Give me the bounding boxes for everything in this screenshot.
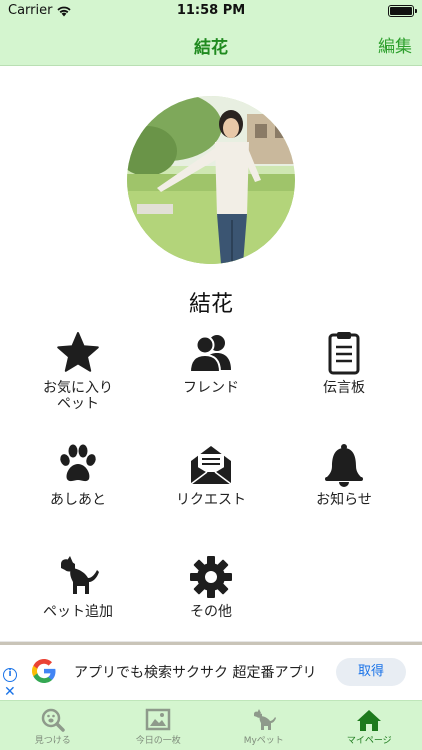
ad-text: アプリでも検索サクサク 超定番アプリ <box>74 665 317 681</box>
tab-find[interactable]: 見つける <box>0 701 106 750</box>
ad-get-button[interactable]: 取得 <box>336 658 406 686</box>
tab-my-page-label: マイページ <box>346 736 392 746</box>
envelope-open-icon <box>190 446 232 485</box>
dog-icon <box>253 709 276 730</box>
message-board-label: 伝言板 <box>323 380 365 396</box>
home-icon <box>357 710 382 731</box>
gear-icon <box>190 556 232 598</box>
tab-photo-of-day-label: 今日の一枚 <box>135 736 181 746</box>
friends-icon <box>188 335 231 373</box>
tab-my-page[interactable]: マイページ <box>317 701 422 750</box>
star-icon <box>57 332 99 372</box>
page-title: 結花 <box>194 38 228 58</box>
profile-name: 結花 <box>188 292 233 317</box>
other-label: その他 <box>190 604 232 620</box>
requests-label: リクエスト <box>176 492 246 508</box>
add-pet-label: ペット追加 <box>43 604 113 620</box>
ad-info-icon[interactable]: i <box>3 668 17 682</box>
tab-bar: 見つける 今日の一枚 Myペット マイページ <box>0 700 422 750</box>
add-pet-button[interactable]: ペット追加 <box>8 554 148 620</box>
favorites-pet-label: お気に入り ペット <box>43 380 113 412</box>
clipboard-icon <box>328 332 360 375</box>
dog-icon <box>61 556 99 594</box>
ad-top-strip <box>0 642 422 645</box>
message-board-button[interactable]: 伝言板 <box>274 330 414 396</box>
other-button[interactable]: その他 <box>141 554 281 620</box>
tab-my-pet[interactable]: Myペット <box>211 701 317 750</box>
screen: Carrier 11:58 PM 結花 編集 結花 お気に入り ペット フレンド… <box>0 0 422 750</box>
notifications-label: お知らせ <box>316 492 372 508</box>
navigation-bar: 結花 編集 <box>0 22 422 66</box>
profile-avatar[interactable] <box>127 96 295 264</box>
requests-button[interactable]: リクエスト <box>141 442 281 508</box>
ad-banner[interactable]: i ✕ アプリでも検索サクサク 超定番アプリ 取得 <box>0 641 422 700</box>
picture-icon <box>146 708 171 731</box>
tab-photo-of-day[interactable]: 今日の一枚 <box>106 701 212 750</box>
tab-find-label: 見つける <box>34 736 71 746</box>
status-bar: Carrier 11:58 PM <box>0 0 422 22</box>
bell-icon <box>325 444 363 487</box>
edit-button[interactable]: 編集 <box>378 32 412 57</box>
footprints-label: あしあと <box>50 492 106 508</box>
friends-button[interactable]: フレンド <box>141 330 281 396</box>
avatar-photo <box>127 96 295 264</box>
ad-close-icon[interactable]: ✕ <box>4 684 16 700</box>
magnifier-paw-icon <box>41 708 65 732</box>
footprints-button[interactable]: あしあと <box>8 442 148 508</box>
battery-icon <box>388 5 417 17</box>
tab-my-pet-label: Myペット <box>243 736 284 746</box>
favorites-pet-button[interactable]: お気に入り ペット <box>8 330 148 412</box>
paw-icon <box>60 444 96 482</box>
status-time: 11:58 PM <box>176 3 246 18</box>
friends-label: フレンド <box>183 380 239 396</box>
google-logo-icon <box>32 659 56 683</box>
notifications-button[interactable]: お知らせ <box>274 442 414 508</box>
